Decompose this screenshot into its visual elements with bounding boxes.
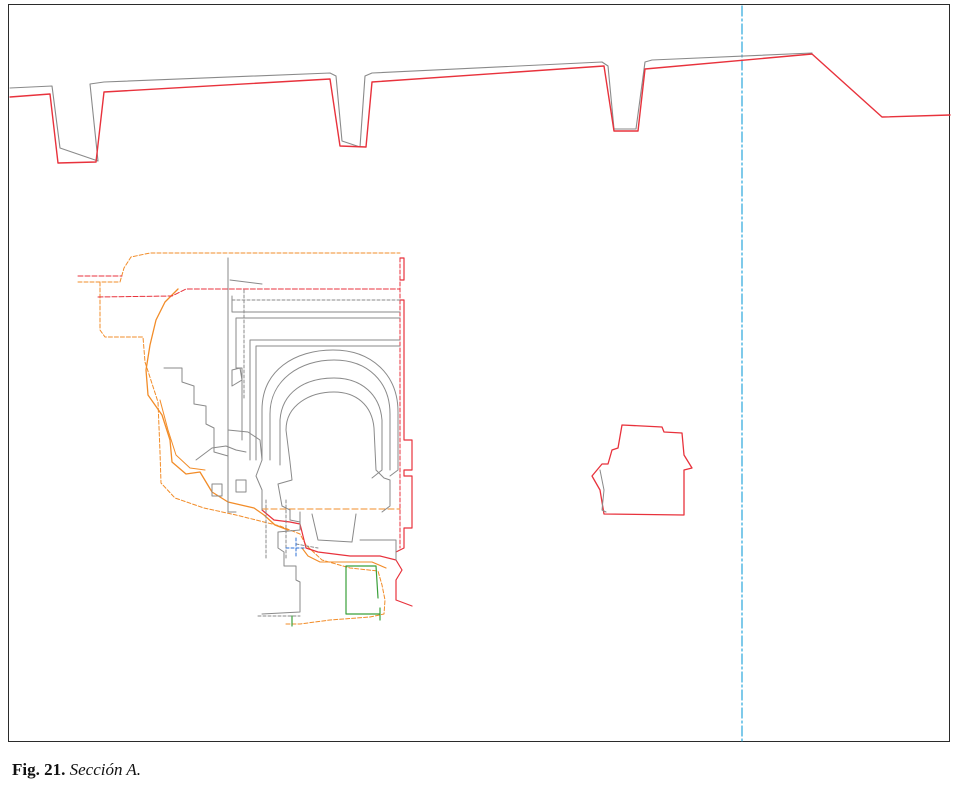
- building-red-right-wall: [395, 257, 413, 553]
- figure-title: Sección A.: [69, 760, 142, 779]
- figure-label: Fig. 21.: [12, 760, 66, 779]
- building-red-top-dashed: [77, 275, 401, 298]
- orange-outline-inner: [159, 399, 206, 471]
- isolated-element-section: [591, 424, 693, 516]
- upper-profile-section: [9, 53, 951, 164]
- upper-profile-projection: [9, 52, 813, 162]
- orange-outline-dashed-top: [77, 252, 401, 283]
- orange-outline-dashed-left: [99, 281, 386, 625]
- building-projection-dashed: [227, 257, 401, 561]
- blue-dashed-mark: [285, 537, 305, 557]
- orange-outline-solid: [145, 288, 289, 531]
- section-drawing: [9, 5, 951, 742]
- figure-caption: Fig. 21. Sección A.: [12, 760, 141, 780]
